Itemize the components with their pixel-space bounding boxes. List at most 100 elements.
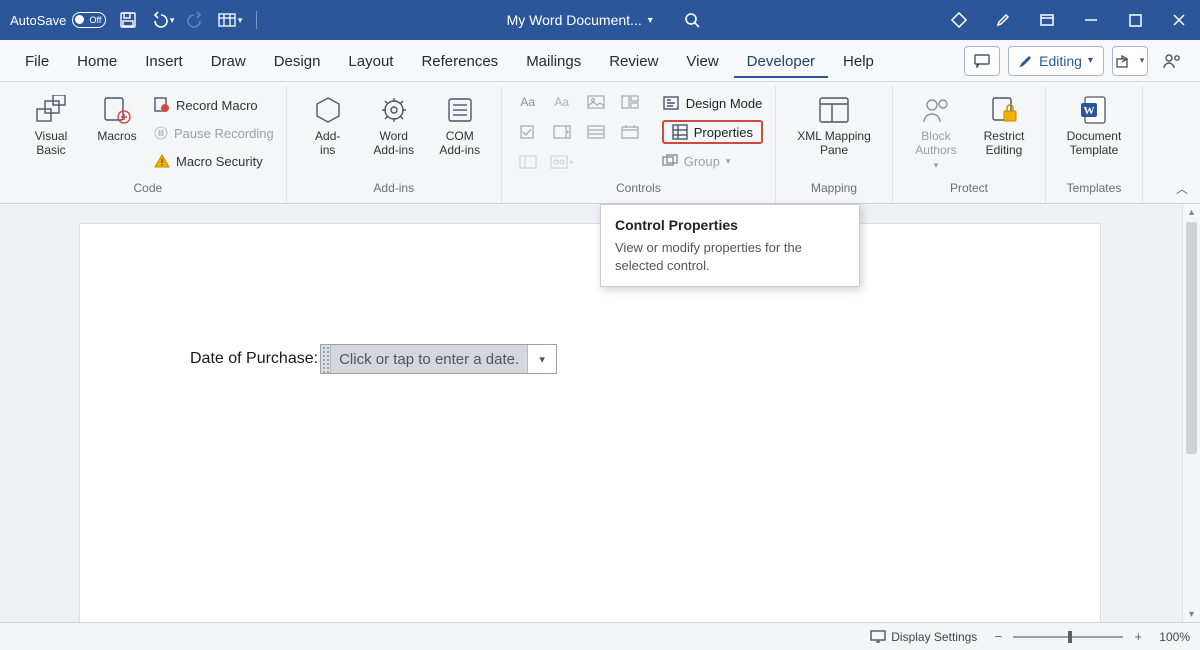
autosave-toggle[interactable]: AutoSave Off xyxy=(10,12,106,28)
tab-layout[interactable]: Layout xyxy=(335,43,406,78)
block-authors-button: Block Authors▾ xyxy=(905,90,967,170)
control-handle[interactable] xyxy=(321,345,331,373)
ribbon-group-controls: Aa Aa ▾ Design Mode xyxy=(502,86,776,203)
record-macro-button[interactable]: Record Macro xyxy=(154,92,274,118)
page[interactable]: Date of Purchase: Click or tap to enter … xyxy=(80,224,1100,622)
com-addins-button[interactable]: COM Add-ins xyxy=(431,90,489,158)
tooltip-body: View or modify properties for the select… xyxy=(615,239,845,274)
tab-draw[interactable]: Draw xyxy=(198,43,259,78)
tab-file[interactable]: File xyxy=(12,43,62,78)
visual-basic-button[interactable]: Visual Basic xyxy=(22,90,80,158)
ribbon-tabs: File Home Insert Draw Design Layout Refe… xyxy=(0,40,1200,82)
dropdown-control-icon[interactable] xyxy=(582,120,610,144)
date-placeholder[interactable]: Click or tap to enter a date. xyxy=(331,345,528,373)
collapse-ribbon-icon[interactable]: ︿ xyxy=(1176,180,1188,197)
word-addins-button[interactable]: Word Add-ins xyxy=(365,90,423,158)
account-icon[interactable] xyxy=(1156,46,1188,76)
group-label: Add-ins xyxy=(373,177,414,201)
save-icon[interactable] xyxy=(116,8,140,32)
tab-help[interactable]: Help xyxy=(830,43,887,78)
legacy-tools-icon[interactable]: ▾ xyxy=(548,150,576,174)
tab-design[interactable]: Design xyxy=(261,43,334,78)
redo-icon[interactable] xyxy=(184,8,208,32)
date-picker-control-icon[interactable] xyxy=(616,120,644,144)
ribbon-group-protect: Block Authors▾ Restrict Editing Protect xyxy=(893,86,1046,203)
label: Group xyxy=(684,154,720,169)
document-title[interactable]: My Word Document... ▾ xyxy=(507,12,653,28)
pause-recording-button: Pause Recording xyxy=(154,120,274,146)
tab-developer[interactable]: Developer xyxy=(734,43,828,78)
repeating-section-control-icon[interactable] xyxy=(514,150,542,174)
diamond-icon[interactable] xyxy=(948,8,970,32)
macros-button[interactable]: Macros xyxy=(88,90,146,144)
zoom-out-icon[interactable]: − xyxy=(991,629,1005,644)
tab-mailings[interactable]: Mailings xyxy=(513,43,594,78)
document-template-button[interactable]: W Document Template xyxy=(1058,90,1130,158)
combobox-control-icon[interactable] xyxy=(548,120,576,144)
gear-icon xyxy=(374,92,414,128)
group-label: Controls xyxy=(616,177,661,201)
table-icon[interactable]: ▾ xyxy=(218,8,242,32)
xml-mapping-button[interactable]: XML Mapping Pane xyxy=(788,90,880,158)
restrict-editing-button[interactable]: Restrict Editing xyxy=(975,90,1033,158)
tab-review[interactable]: Review xyxy=(596,43,671,78)
ribbon: Visual Basic Macros Record Macro Pause R… xyxy=(0,82,1200,204)
monitor-icon xyxy=(870,630,886,643)
editing-mode-button[interactable]: Editing ▾ xyxy=(1008,46,1104,76)
toggle-switch-icon[interactable]: Off xyxy=(72,12,106,28)
hexagon-icon xyxy=(308,92,348,128)
addins-button[interactable]: Add- ins xyxy=(299,90,357,158)
scroll-up-icon[interactable]: ▴ xyxy=(1183,204,1200,220)
checkbox-control-icon[interactable] xyxy=(514,120,542,144)
label: Add- ins xyxy=(315,130,340,158)
quick-access-toolbar: AutoSave Off ▾ ▾ xyxy=(10,8,261,32)
undo-icon[interactable]: ▾ xyxy=(150,8,174,32)
autosave-label: AutoSave xyxy=(10,13,66,28)
picture-control-icon[interactable] xyxy=(582,90,610,114)
zoom-track[interactable] xyxy=(1013,636,1123,638)
macro-security-button[interactable]: Macro Security xyxy=(154,148,274,174)
rich-text-control-icon[interactable]: Aa xyxy=(514,90,542,114)
ribbon-group-mapping: XML Mapping Pane Mapping xyxy=(776,86,893,203)
properties-button[interactable]: Properties xyxy=(662,120,763,144)
label: Design Mode xyxy=(686,96,763,111)
date-dropdown-button[interactable]: ▾ xyxy=(528,345,556,373)
tab-home[interactable]: Home xyxy=(64,43,130,78)
zoom-slider[interactable]: − + xyxy=(991,629,1145,644)
zoom-percent[interactable]: 100% xyxy=(1159,630,1190,644)
word-doc-icon: W xyxy=(1074,92,1114,128)
scrollbar-thumb[interactable] xyxy=(1186,222,1197,454)
list-icon xyxy=(440,92,480,128)
vertical-scrollbar[interactable]: ▴ ▾ xyxy=(1182,204,1200,622)
tab-references[interactable]: References xyxy=(408,43,511,78)
chevron-down-icon: ▾ xyxy=(726,156,731,167)
editing-label: Editing xyxy=(1039,53,1082,69)
label: COM Add-ins xyxy=(439,130,480,158)
tab-view[interactable]: View xyxy=(673,43,731,78)
comments-button[interactable] xyxy=(964,46,1000,76)
tab-insert[interactable]: Insert xyxy=(132,43,196,78)
group-button: Group ▾ xyxy=(662,148,763,174)
ribbon-mode-icon[interactable] xyxy=(1036,8,1058,32)
minimize-icon[interactable] xyxy=(1080,8,1102,32)
label: Macros xyxy=(97,130,136,144)
design-mode-icon xyxy=(662,95,680,111)
label: XML Mapping Pane xyxy=(797,130,871,158)
display-settings-button[interactable]: Display Settings xyxy=(870,630,977,644)
brush-icon[interactable] xyxy=(992,8,1014,32)
title-bar: AutoSave Off ▾ ▾ My Word Document... ▾ xyxy=(0,0,1200,40)
close-icon[interactable] xyxy=(1168,8,1190,32)
share-button[interactable]: ▾ xyxy=(1112,46,1148,76)
maximize-icon[interactable] xyxy=(1124,8,1146,32)
design-mode-button[interactable]: Design Mode xyxy=(662,90,763,116)
scroll-down-icon[interactable]: ▾ xyxy=(1183,606,1200,622)
warning-icon xyxy=(154,154,170,169)
label: Record Macro xyxy=(176,98,258,113)
building-block-control-icon[interactable] xyxy=(616,90,644,114)
xml-pane-icon xyxy=(814,92,854,128)
search-icon[interactable] xyxy=(681,9,703,31)
zoom-in-icon[interactable]: + xyxy=(1131,629,1145,644)
plain-text-control-icon[interactable]: Aa xyxy=(548,90,576,114)
visual-basic-icon xyxy=(31,92,71,128)
date-picker-content-control[interactable]: Click or tap to enter a date. ▾ xyxy=(320,344,557,374)
